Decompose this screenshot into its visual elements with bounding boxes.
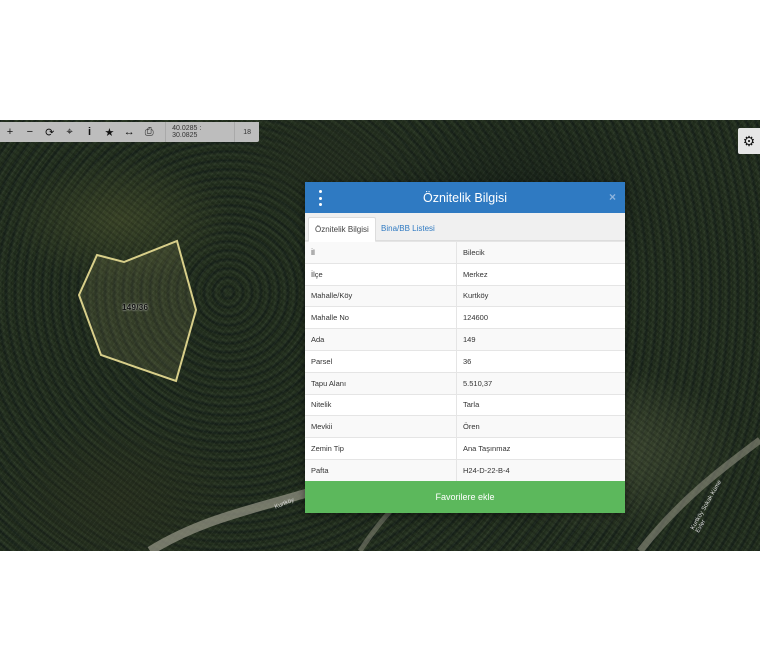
kebab-menu-icon[interactable] <box>317 190 323 206</box>
attribute-table: İl Bilecik İlçe Merkez Mahalle/Köy Kurtköy … <box>305 241 625 481</box>
coordinate-readout: 40.0285 : 30.0825 <box>165 122 236 142</box>
parcel-label: 149/36 <box>122 303 149 312</box>
print-icon[interactable]: ⎙ <box>139 122 159 142</box>
table-row: Pafta H24-D-22-B-4 <box>305 458 625 481</box>
dialog-header: Öznitelik Bilgisi × <box>305 182 625 213</box>
attr-key: İlçe <box>305 262 457 286</box>
map-toolbar: + − ⟳ ⌖ i ★ ↔ ⎙ 40.0285 : 30.0825 18 <box>0 122 259 142</box>
attr-key: Mahalle/Köy <box>305 284 457 307</box>
locate-icon[interactable]: ⌖ <box>60 122 80 142</box>
attr-value: Merkez <box>456 262 625 286</box>
attr-value: Ana Taşınmaz <box>456 437 625 460</box>
table-row: Mevkii Ören <box>305 415 625 438</box>
zoom-out-icon[interactable]: − <box>20 122 40 142</box>
attr-key: Zemin Tip <box>305 437 457 460</box>
table-row: Parsel 36 <box>305 349 625 373</box>
gear-icon[interactable]: ⚙ <box>738 128 760 154</box>
attr-key: Ada <box>305 328 457 351</box>
attr-value: H24-D-22-B-4 <box>456 458 625 481</box>
info-icon[interactable]: i <box>80 122 100 142</box>
table-row: Tapu Alanı 5.510,37 <box>305 371 625 395</box>
attr-value: Kurtköy <box>456 284 625 307</box>
attr-value: Bilecik <box>456 241 625 264</box>
attr-key: Mevkii <box>305 415 457 438</box>
star-icon[interactable]: ★ <box>99 122 119 142</box>
table-row: Zemin Tip Ana Taşınmaz <box>305 437 625 460</box>
table-row: İl Bilecik <box>305 241 625 264</box>
tab-attributes[interactable]: Öznitelik Bilgisi <box>308 217 376 242</box>
attr-key: İl <box>305 241 457 264</box>
dialog-tabs: Öznitelik Bilgisi Bina/BB Listesi <box>305 213 625 242</box>
attr-key: Parsel <box>305 349 457 373</box>
table-row: Ada 149 <box>305 328 625 351</box>
tab-building-list[interactable]: Bina/BB Listesi <box>375 217 441 240</box>
attr-value: 36 <box>456 349 625 373</box>
zoom-in-icon[interactable]: + <box>0 122 20 142</box>
attr-value: 124600 <box>456 306 625 329</box>
table-row: İlçe Merkez <box>305 262 625 286</box>
attr-value: Ören <box>456 415 625 438</box>
attr-value: 149 <box>456 328 625 351</box>
attribute-dialog: Öznitelik Bilgisi × Öznitelik Bilgisi Bi… <box>305 182 625 513</box>
attr-value: 5.510,37 <box>456 371 625 395</box>
attr-key: Mahalle No <box>305 306 457 329</box>
table-row: Nitelik Tarla <box>305 393 625 416</box>
table-row: Mahalle/Köy Kurtköy <box>305 284 625 307</box>
close-icon[interactable]: × <box>609 190 616 204</box>
attr-key: Nitelik <box>305 393 457 416</box>
add-to-favorites-button[interactable]: Favorilere ekle <box>305 481 625 513</box>
attr-value: Tarla <box>456 393 625 416</box>
attr-key: Pafta <box>305 458 457 481</box>
refresh-icon[interactable]: ⟳ <box>40 122 60 142</box>
dialog-title: Öznitelik Bilgisi <box>422 190 508 205</box>
attr-key: Tapu Alanı <box>305 371 457 395</box>
table-row: Mahalle No 124600 <box>305 306 625 329</box>
zoom-level: 18 <box>243 128 252 136</box>
measure-icon[interactable]: ↔ <box>119 122 139 142</box>
